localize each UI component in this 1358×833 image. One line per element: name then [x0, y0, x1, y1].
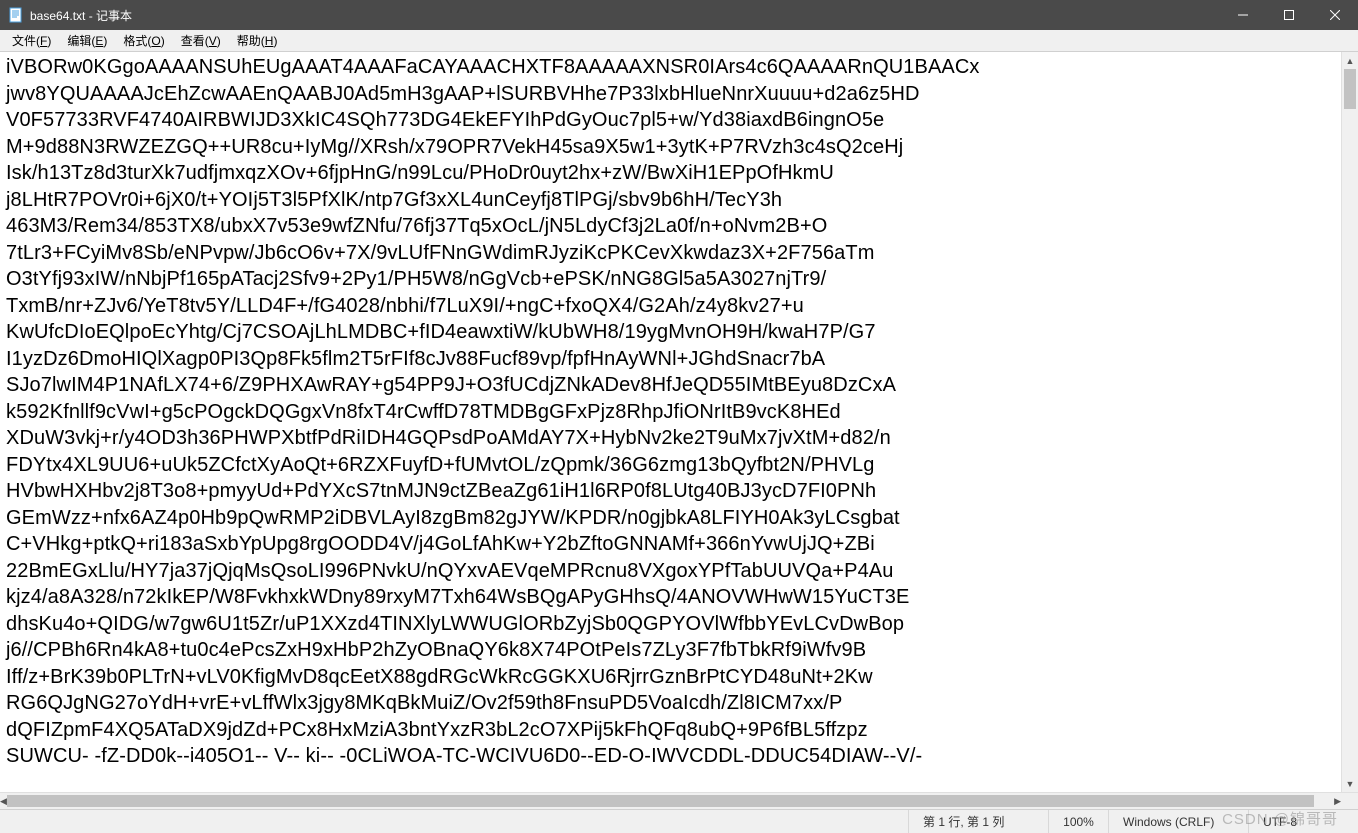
vscroll-thumb[interactable] [1344, 69, 1356, 109]
titlebar: base64.txt - 记事本 [0, 0, 1358, 30]
menubar: 文件(F) 编辑(E) 格式(O) 查看(V) 帮助(H) [0, 30, 1358, 52]
statusbar: 第 1 行, 第 1 列 100% Windows (CRLF) UTF-8 [0, 809, 1358, 833]
notepad-icon [8, 7, 24, 23]
close-button[interactable] [1312, 0, 1358, 30]
horizontal-scrollbar-row: ◀ ▶ [0, 792, 1358, 809]
scroll-up-arrow[interactable]: ▲ [1342, 52, 1358, 69]
vscroll-track[interactable] [1342, 69, 1358, 775]
status-zoom: 100% [1048, 810, 1108, 833]
content-area: iVBORw0KGgoAAAANSUhEUgAAAT4AAAFaCAYAAACH… [0, 52, 1358, 792]
scroll-right-arrow[interactable]: ▶ [1334, 793, 1341, 810]
notepad-window: base64.txt - 记事本 文件(F) 编辑(E) 格式(O) 查看(V)… [0, 0, 1358, 833]
scroll-down-arrow[interactable]: ▼ [1342, 775, 1358, 792]
menu-help[interactable]: 帮助(H) [229, 30, 286, 51]
menu-format[interactable]: 格式(O) [115, 30, 172, 51]
minimize-button[interactable] [1220, 0, 1266, 30]
menu-file[interactable]: 文件(F) [4, 30, 59, 51]
status-position: 第 1 行, 第 1 列 [908, 810, 1048, 833]
horizontal-scrollbar[interactable]: ◀ ▶ [0, 793, 1341, 809]
status-encoding: UTF-8 [1248, 810, 1358, 833]
scroll-corner [1341, 793, 1358, 809]
menu-edit[interactable]: 编辑(E) [59, 30, 115, 51]
menu-view[interactable]: 查看(V) [173, 30, 229, 51]
vertical-scrollbar[interactable]: ▲ ▼ [1341, 52, 1358, 792]
text-editor[interactable]: iVBORw0KGgoAAAANSUhEUgAAAT4AAAFaCAYAAACH… [0, 52, 1341, 792]
status-eol: Windows (CRLF) [1108, 810, 1248, 833]
window-controls [1220, 0, 1358, 30]
hscroll-thumb[interactable] [7, 795, 1314, 807]
hscroll-track[interactable] [7, 793, 1334, 809]
scroll-left-arrow[interactable]: ◀ [0, 793, 7, 810]
maximize-button[interactable] [1266, 0, 1312, 30]
window-title: base64.txt - 记事本 [30, 7, 1220, 24]
